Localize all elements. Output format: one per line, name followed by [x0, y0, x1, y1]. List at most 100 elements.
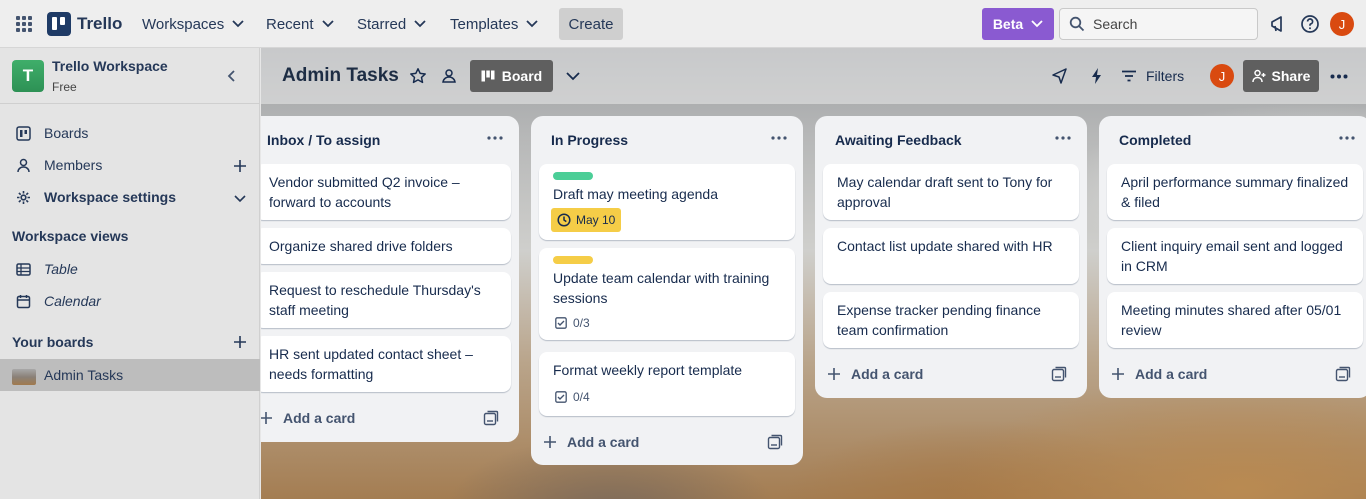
board-view-label: Board [501, 68, 543, 84]
card-template-icon[interactable] [1335, 366, 1351, 382]
collapse-sidebar-icon[interactable] [224, 68, 240, 84]
checklist-badge: 0/4 [555, 390, 590, 404]
card[interactable]: Organize shared drive folders [261, 228, 511, 264]
board-icon [16, 126, 31, 141]
list-title[interactable]: Completed [1119, 132, 1191, 148]
card-title: Draft may meeting agenda [553, 186, 718, 202]
checklist-badge: 0/3 [555, 316, 590, 330]
star-icon[interactable] [409, 67, 427, 85]
workspaces-menu[interactable]: Workspaces [142, 8, 244, 40]
trello-logo[interactable]: Trello [47, 12, 122, 36]
add-card-button[interactable]: Add a card [827, 360, 1079, 388]
add-card-button[interactable]: Add a card [1111, 360, 1363, 388]
card[interactable]: Contact list update shared with HR [823, 228, 1079, 284]
board-view-button[interactable]: Board [470, 60, 553, 92]
chevron-down-icon [321, 20, 334, 28]
list-in-progress: In Progress Draft may meeting agenda May… [531, 116, 803, 465]
board-member-avatar[interactable]: J [1210, 64, 1234, 88]
search-input[interactable]: Search [1059, 8, 1258, 40]
list-header: In Progress [531, 116, 803, 160]
filters-button[interactable]: Filters [1121, 60, 1184, 92]
sidebar-item-table[interactable]: Table [0, 253, 260, 285]
checklist-count: 0/4 [573, 390, 590, 404]
power-ups-icon[interactable] [1051, 67, 1069, 85]
create-button[interactable]: Create [559, 8, 623, 40]
app-name: Trello [77, 14, 123, 33]
recent-menu[interactable]: Recent [266, 8, 334, 40]
templates-label: Templates [450, 15, 519, 33]
starred-menu[interactable]: Starred [357, 8, 426, 40]
board-header: Admin Tasks Board Filters J Share [261, 48, 1366, 104]
yellow-label[interactable] [553, 256, 593, 264]
beta-button[interactable]: Beta [982, 8, 1054, 40]
add-card-label: Add a card [851, 366, 924, 382]
share-button[interactable]: Share [1243, 60, 1319, 92]
list-menu-icon[interactable] [1339, 136, 1355, 140]
list-title[interactable]: In Progress [551, 132, 628, 148]
plus-icon [1112, 368, 1124, 380]
add-card-button[interactable]: Add a card [261, 404, 511, 432]
card[interactable]: Client inquiry email sent and logged in … [1107, 228, 1363, 284]
list-title[interactable]: Awaiting Feedback [835, 132, 962, 148]
board-title[interactable]: Admin Tasks [282, 65, 399, 87]
add-member-icon[interactable] [232, 158, 248, 174]
help-icon[interactable] [1300, 14, 1320, 34]
chevron-down-icon[interactable] [565, 69, 581, 83]
more-options-icon[interactable] [1330, 74, 1348, 79]
list-header: Awaiting Feedback [815, 116, 1087, 160]
sidebar-item-calendar[interactable]: Calendar [0, 285, 260, 317]
card[interactable]: April performance summary finalized & fi… [1107, 164, 1363, 220]
card[interactable]: May calendar draft sent to Tony for appr… [823, 164, 1079, 220]
list-menu-icon[interactable] [771, 136, 787, 140]
sidebar-item-boards[interactable]: Boards [0, 117, 260, 149]
card-template-icon[interactable] [767, 434, 783, 450]
automation-icon[interactable] [1088, 67, 1106, 85]
sidebar-item-label: Calendar [44, 293, 101, 309]
user-avatar[interactable]: J [1330, 12, 1354, 36]
list-menu-icon[interactable] [487, 136, 503, 140]
add-card-button[interactable]: Add a card [543, 428, 795, 456]
visibility-icon[interactable] [440, 67, 458, 85]
notifications-megaphone-icon[interactable] [1268, 14, 1288, 34]
card[interactable]: Request to reschedule Thursday's staff m… [261, 272, 511, 328]
workspace-tile[interactable]: T [12, 60, 44, 92]
card-title: Contact list update shared with HR [837, 238, 1053, 254]
sidebar-item-members[interactable]: Members [0, 149, 260, 181]
green-label[interactable] [553, 172, 593, 180]
card-title: HR sent updated contact sheet – needs fo… [269, 346, 473, 382]
your-boards-heading: Your boards [12, 334, 94, 350]
card[interactable]: Draft may meeting agenda May 10 [539, 164, 795, 240]
sidebar-board-admin-tasks[interactable]: Admin Tasks [0, 359, 260, 391]
add-person-icon [1251, 69, 1266, 83]
card[interactable]: Update team calendar with training sessi… [539, 248, 795, 340]
share-label: Share [1271, 68, 1311, 84]
person-icon [17, 158, 30, 173]
chevron-down-icon [414, 20, 426, 28]
list-menu-icon[interactable] [1055, 136, 1071, 140]
checklist-count: 0/3 [573, 316, 590, 330]
search-icon [1069, 16, 1085, 32]
list-header: Inbox / To assign [261, 116, 519, 160]
board-canvas: Admin Tasks Board Filters J Share Inbox … [261, 48, 1366, 499]
workspace-sidebar: T Trello Workspace Free Boards Members W… [0, 48, 260, 499]
card-template-icon[interactable] [1051, 366, 1067, 382]
workspace-name[interactable]: Trello Workspace [52, 58, 168, 74]
chevron-down-icon [526, 20, 539, 28]
list-inbox: Inbox / To assign Vendor submitted Q2 in… [261, 116, 519, 442]
app-switcher-icon[interactable] [15, 15, 33, 33]
card[interactable]: Vendor submitted Q2 invoice – forward to… [261, 164, 511, 220]
add-card-label: Add a card [567, 434, 640, 450]
card-template-icon[interactable] [483, 410, 499, 426]
card-title: Meeting minutes shared after 05/01 revie… [1121, 302, 1342, 338]
due-date-badge[interactable]: May 10 [551, 208, 622, 232]
card[interactable]: Expense tracker pending finance team con… [823, 292, 1079, 348]
add-board-icon[interactable] [232, 334, 248, 350]
card[interactable]: Meeting minutes shared after 05/01 revie… [1107, 292, 1363, 348]
card-title: April performance summary finalized & fi… [1121, 174, 1349, 210]
card[interactable]: HR sent updated contact sheet – needs fo… [261, 336, 511, 392]
checklist-icon [555, 391, 567, 403]
templates-menu[interactable]: Templates [450, 8, 539, 40]
card[interactable]: Format weekly report template 0/4 [539, 352, 795, 416]
sidebar-item-workspace-settings[interactable]: Workspace settings [0, 181, 260, 213]
list-title[interactable]: Inbox / To assign [267, 132, 380, 148]
